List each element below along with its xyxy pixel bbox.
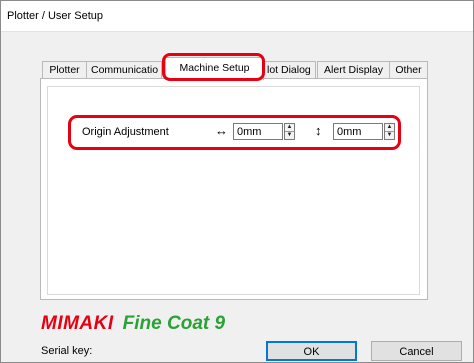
dialog-window: Plotter / User Setup Plotter Communicati…: [0, 0, 474, 363]
brand-logo-text: MIMAKI: [41, 313, 114, 334]
tab-communication[interactable]: Communicatio: [86, 61, 162, 78]
product-logo: MIMAKI Fine Coat 9: [41, 313, 225, 339]
serial-key-label: Serial key:: [41, 345, 93, 357]
ok-button[interactable]: OK: [266, 341, 357, 361]
tab-alert-display[interactable]: Alert Display: [317, 61, 390, 79]
highlight-origin-adjustment: [68, 115, 401, 150]
cancel-button[interactable]: Cancel: [371, 341, 462, 361]
tab-other[interactable]: Other: [389, 61, 428, 79]
highlight-machine-setup-tab: [162, 53, 265, 81]
tab-plotter[interactable]: Plotter: [42, 61, 87, 79]
tab-plot-dialog[interactable]: lot Dialog: [263, 61, 316, 78]
product-logo-text: Fine Coat 9: [122, 313, 226, 334]
